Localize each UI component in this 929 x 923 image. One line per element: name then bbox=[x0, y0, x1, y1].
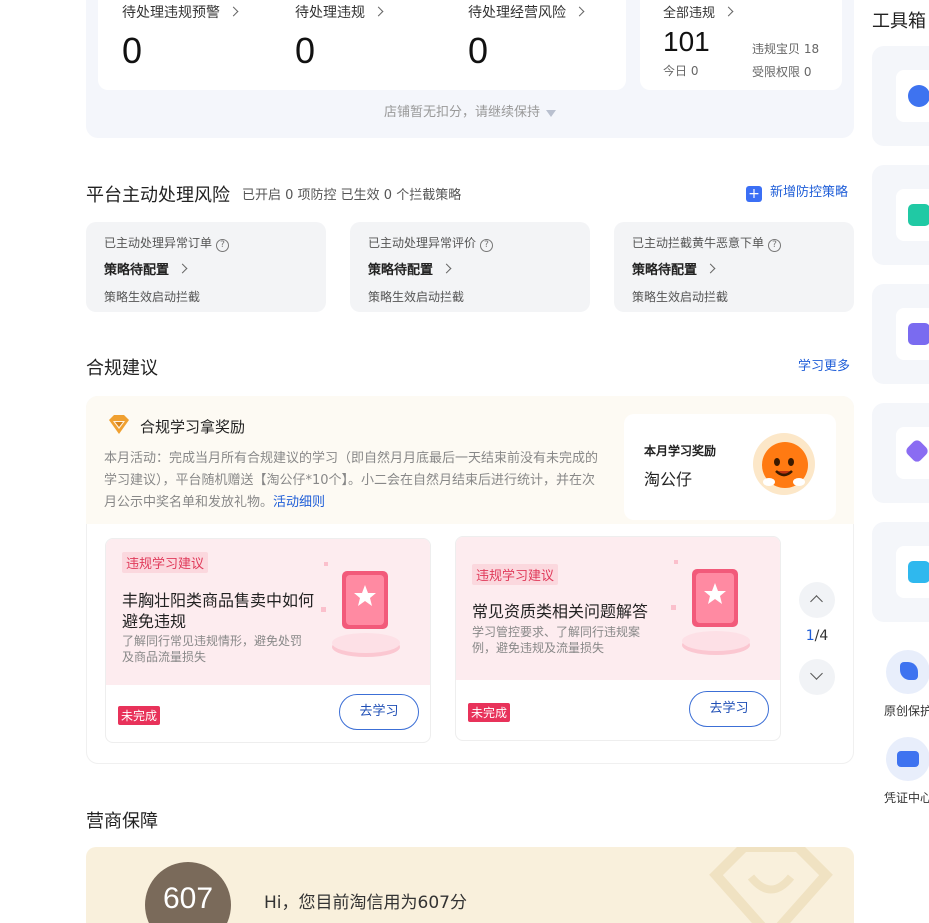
tool-card-diamond[interactable] bbox=[872, 522, 929, 622]
tool-card-code[interactable] bbox=[872, 165, 929, 265]
learning-card-2[interactable]: 违规学习建议 常见资质类相关问题解答 学习管控要求、了解同行违规案例，避免违规及… bbox=[455, 536, 781, 741]
chevron-right-icon bbox=[441, 263, 452, 274]
toolbox-title: 工具箱 bbox=[872, 11, 926, 32]
chevron-right-icon bbox=[705, 263, 716, 274]
risk-card-orders[interactable]: 已主动处理异常订单? 策略待配置 策略生效启动拦截 bbox=[86, 222, 326, 312]
book-illustration bbox=[671, 560, 750, 655]
scroll-up-button[interactable] bbox=[799, 582, 835, 618]
platform-risk-subtitle: 已开启 0 项防控 已生效 0 个拦截策略 bbox=[242, 188, 462, 203]
activity-rules-link[interactable]: 活动细则 bbox=[273, 495, 325, 510]
learn-more-link[interactable]: 学习更多 bbox=[798, 355, 850, 374]
reward-title: 合规学习拿奖励 bbox=[140, 418, 246, 436]
guarantee-title: 营商保障 bbox=[86, 811, 158, 832]
monthly-reward-label: 本月学习奖励 bbox=[644, 444, 717, 458]
no-deduction-hint[interactable]: 店铺暂无扣分，请继续保持 bbox=[86, 101, 854, 120]
status-badge: 未完成 bbox=[468, 703, 511, 722]
voucher-center-label[interactable]: 凭证中心 bbox=[884, 789, 929, 806]
chevron-right-icon bbox=[574, 6, 585, 17]
diamond-tool-icon bbox=[908, 561, 929, 583]
reward-description: 本月活动：完成当月所有合规建议的学习（即自然月月底最后一天结束前没有未完成的学习… bbox=[104, 451, 599, 510]
mascot-image bbox=[753, 433, 815, 495]
chevron-right-icon bbox=[723, 6, 734, 17]
credit-greeting: Hi，您目前淘信用为607分 bbox=[264, 893, 467, 913]
violation-baby-count: 违规宝贝 18 bbox=[752, 42, 820, 56]
learning-title: 丰胸壮阳类商品售卖中如何避免违规 bbox=[122, 591, 315, 631]
pending-violation-count: 0 bbox=[295, 30, 316, 71]
tool-card-check[interactable] bbox=[872, 403, 929, 503]
go-study-button[interactable]: 去学习 bbox=[339, 694, 419, 730]
tool-card-search[interactable] bbox=[872, 46, 929, 146]
learning-tag: 违规学习建议 bbox=[122, 552, 209, 573]
risk-card-reviews[interactable]: 已主动处理异常评价? 策略待配置 策略生效启动拦截 bbox=[350, 222, 590, 312]
pending-warning-count: 0 bbox=[122, 30, 143, 71]
credit-score: 607 bbox=[162, 882, 214, 915]
pending-risk-link[interactable]: 待处理经营风险 bbox=[468, 2, 585, 22]
pending-risk-count: 0 bbox=[468, 30, 489, 71]
all-violations-link[interactable]: 全部违规 bbox=[663, 2, 734, 21]
learning-title: 常见资质类相关问题解答 bbox=[472, 602, 649, 621]
risk-card-scalper[interactable]: 已主动拦截黄牛恶意下单? 策略待配置 策略生效启动拦截 bbox=[614, 222, 854, 312]
code-icon bbox=[908, 204, 929, 226]
page-indicator: 1/4 bbox=[805, 628, 829, 644]
triangle-down-icon bbox=[546, 110, 556, 117]
original-protection-label[interactable]: 原创保护 bbox=[884, 702, 929, 719]
status-badge: 未完成 bbox=[118, 706, 161, 725]
pending-warning-link[interactable]: 待处理违规预警 bbox=[122, 2, 239, 22]
verified-icon bbox=[904, 438, 929, 464]
question-icon[interactable]: ? bbox=[768, 239, 782, 252]
today-count: 今日 0 bbox=[663, 64, 699, 78]
diamond-icon bbox=[109, 415, 129, 434]
learning-card-1[interactable]: 违规学习建议 丰胸壮阳类商品售卖中如何避免违规 了解同行常见违规情形，避免处罚及… bbox=[105, 538, 431, 743]
pending-violation-link[interactable]: 待处理违规 bbox=[295, 2, 384, 22]
platform-risk-title: 平台主动处理风险 bbox=[86, 185, 230, 206]
voucher-center-icon[interactable] bbox=[886, 737, 929, 781]
all-violations-count: 101 bbox=[663, 26, 710, 57]
play-icon bbox=[908, 323, 929, 345]
plus-icon: + bbox=[746, 186, 762, 202]
learning-desc: 学习管控要求、了解同行违规案例，避免违规及流量损失 bbox=[472, 625, 641, 655]
compliance-title: 合规建议 bbox=[86, 358, 158, 379]
monthly-reward-prize: 淘公仔 bbox=[644, 470, 693, 489]
book-illustration bbox=[321, 562, 400, 657]
chevron-right-icon bbox=[177, 263, 188, 274]
search-icon bbox=[908, 85, 929, 107]
learning-desc: 了解同行常见违规情形，避免处罚及商品流量损失 bbox=[122, 634, 303, 664]
go-study-button[interactable]: 去学习 bbox=[689, 691, 769, 727]
limited-permission-count: 受限权限 0 bbox=[752, 65, 812, 79]
scroll-down-button[interactable] bbox=[799, 659, 835, 695]
question-icon[interactable]: ? bbox=[480, 239, 494, 252]
tool-card-video[interactable] bbox=[872, 284, 929, 384]
question-icon[interactable]: ? bbox=[216, 239, 230, 252]
chevron-right-icon bbox=[373, 6, 384, 17]
shield-watermark-icon bbox=[709, 847, 833, 923]
chevron-right-icon bbox=[228, 6, 239, 17]
learning-tag: 违规学习建议 bbox=[472, 564, 559, 585]
original-protection-icon[interactable] bbox=[886, 650, 929, 694]
add-strategy-link[interactable]: + 新增防控策略 bbox=[746, 181, 848, 202]
